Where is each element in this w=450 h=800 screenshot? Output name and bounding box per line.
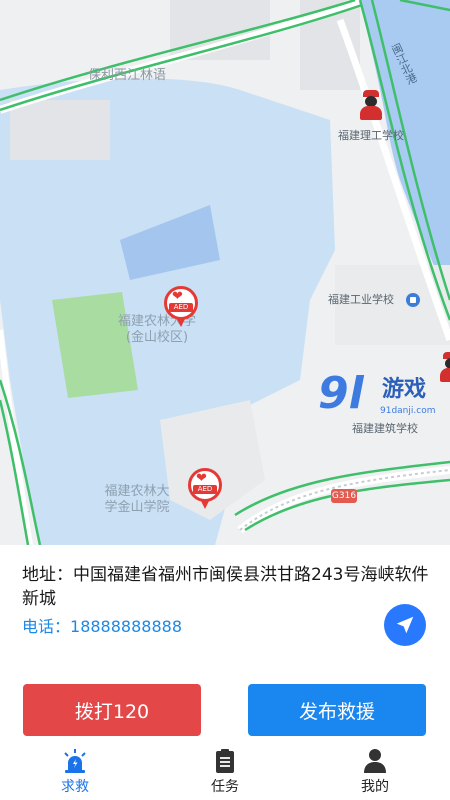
- map-label-school-ligong: 福建理工学校: [338, 129, 404, 142]
- phone-value[interactable]: 18888888888: [70, 617, 182, 636]
- clipboard-icon: [216, 749, 234, 773]
- map-label-school-gongye: 福建工业学校: [328, 293, 394, 306]
- map-base-layer: [0, 0, 450, 545]
- bottom-nav: 求救 任务 我的: [0, 744, 450, 800]
- school-pin-icon[interactable]: [406, 293, 420, 307]
- address-label: 地址：: [22, 565, 73, 585]
- phone-label: 电话：: [22, 617, 71, 636]
- aed-badge: AED: [169, 303, 193, 312]
- map-view[interactable]: 保利西江林语 闽江北港 福建农林大学 (金山校区) 福建农林大 学金山学院 福建…: [0, 0, 450, 545]
- address-row: 地址：中国福建省福州市闽侯县洪甘路243号海峡软件新城: [22, 563, 432, 611]
- watermark-brand: 游戏: [382, 377, 427, 402]
- watermark-number: 9l: [318, 368, 364, 419]
- tab-label: 我的: [361, 779, 389, 795]
- watermark-logo: 9l 游戏 91danji.com: [318, 370, 450, 430]
- siren-icon: [64, 749, 86, 773]
- phone-row[interactable]: 电话：18888888888: [22, 615, 182, 639]
- road-shield: G316: [331, 489, 357, 503]
- navigate-button[interactable]: [384, 604, 426, 646]
- map-label-campus2: 福建农林大 学金山学院: [104, 484, 170, 515]
- tab-sos[interactable]: 求救: [0, 744, 150, 800]
- call-120-button[interactable]: 拨打120: [23, 684, 201, 736]
- location-info-panel: 地址：中国福建省福州市闽侯县洪甘路243号海峡软件新城 电话：188888888…: [0, 545, 450, 675]
- heart-icon: ❤: [172, 289, 183, 304]
- map-label-poly: 保利西江林语: [88, 68, 167, 83]
- aed-marker-icon[interactable]: ❤ AED: [188, 468, 222, 512]
- navigation-arrow-icon: [396, 616, 414, 634]
- publish-rescue-button[interactable]: 发布救援: [248, 684, 426, 736]
- user-icon: [364, 749, 386, 773]
- tab-label: 求救: [61, 779, 89, 795]
- address-value: 中国福建省福州市闽侯县洪甘路243号海峡软件新城: [22, 565, 429, 609]
- aed-badge: AED: [193, 485, 217, 494]
- tab-tasks[interactable]: 任务: [150, 744, 300, 800]
- tab-profile[interactable]: 我的: [300, 744, 450, 800]
- nurse-icon[interactable]: [358, 90, 384, 120]
- heart-icon: ❤: [196, 471, 207, 486]
- aed-marker-icon[interactable]: ❤ AED: [164, 286, 198, 330]
- tab-label: 任务: [211, 779, 239, 795]
- watermark-domain: 91danji.com: [380, 406, 436, 416]
